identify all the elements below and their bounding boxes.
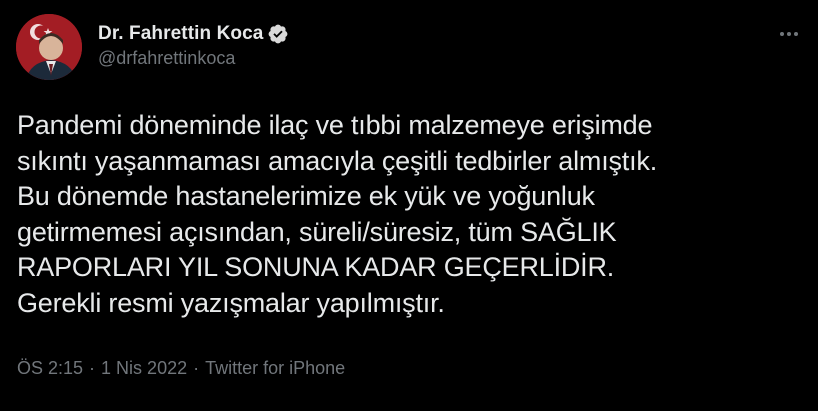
display-name[interactable]: Dr. Fahrettin Koca <box>98 23 263 45</box>
tweet-text: Pandemi döneminde ilaç ve tıbbi malzemey… <box>17 108 807 321</box>
tweet-text-line: Pandemi döneminde ilaç ve tıbbi malzemey… <box>17 110 653 140</box>
more-options-icon[interactable] <box>776 24 802 44</box>
meta-separator: · <box>193 358 200 378</box>
author-names: Dr. Fahrettin Koca @drfahrettinkoca <box>98 22 289 69</box>
tweet-text-line: RAPORLARI YIL SONUNA KADAR GEÇERLİDİR. <box>17 252 615 282</box>
meta-separator: · <box>89 358 96 378</box>
tweet-text-line: Gerekli resmi yazışmalar yapılmıştır. <box>17 287 445 318</box>
tweet-time[interactable]: ÖS 2:15 <box>17 358 83 378</box>
handle[interactable]: @drfahrettinkoca <box>98 48 289 69</box>
avatar-image <box>16 14 82 80</box>
tweet-meta: ÖS 2:15 · 1 Nis 2022 · Twitter for iPhone <box>17 358 345 379</box>
more-dot <box>780 32 784 36</box>
avatar[interactable] <box>16 14 82 80</box>
tweet-source[interactable]: Twitter for iPhone <box>205 358 345 378</box>
tweet-date[interactable]: 1 Nis 2022 <box>101 358 187 378</box>
more-dot <box>794 32 798 36</box>
tweet-text-line: getirmemesi açısından, süreli/süresiz, t… <box>17 216 617 247</box>
tweet-header: Dr. Fahrettin Koca @drfahrettinkoca <box>16 14 802 82</box>
more-dot <box>787 32 791 36</box>
tweet-text-line: Bu dönemde hastanelerimize ek yük ve yoğ… <box>17 181 595 211</box>
tweet-text-line: sıkıntı yaşanmaması amacıyla çeşitli ted… <box>17 145 658 176</box>
tweet-card: Dr. Fahrettin Koca @drfahrettinkoca Pand… <box>0 0 818 411</box>
display-name-row: Dr. Fahrettin Koca <box>98 22 289 46</box>
verified-badge-icon <box>267 23 289 45</box>
